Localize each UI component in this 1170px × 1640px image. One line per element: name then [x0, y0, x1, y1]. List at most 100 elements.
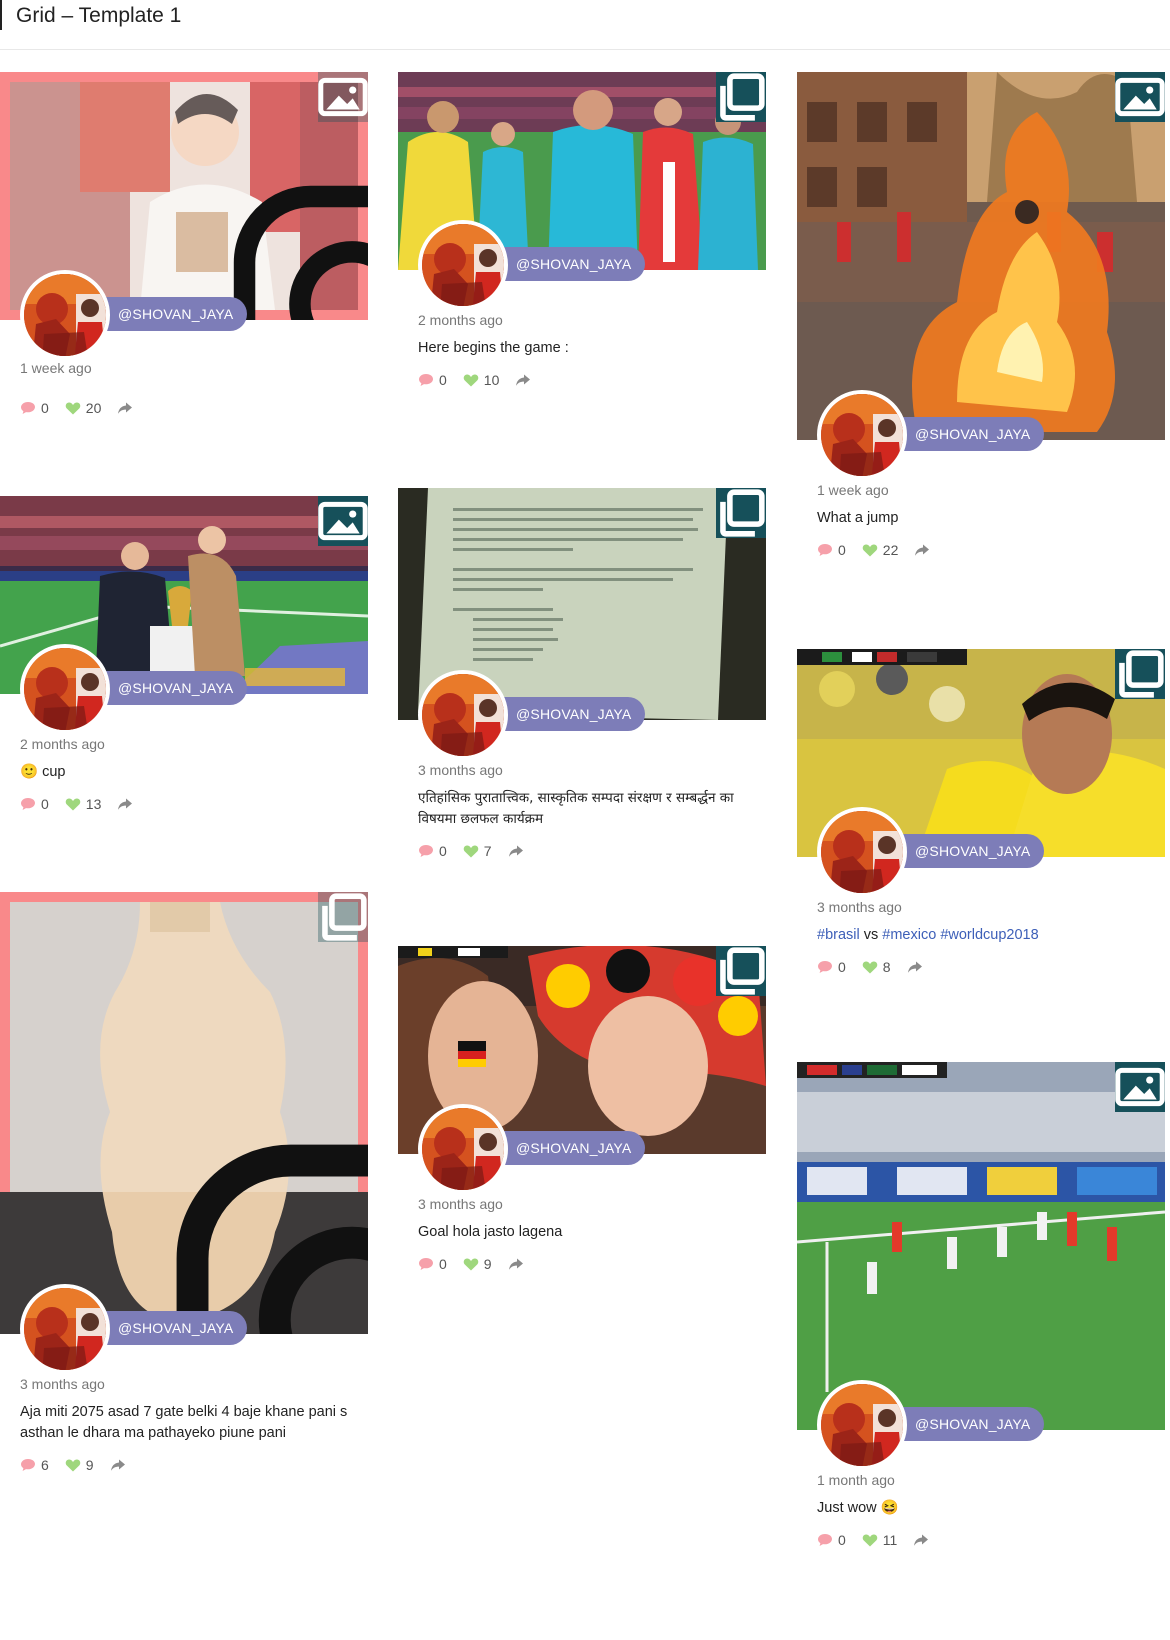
like-count[interactable]: 9 — [463, 1256, 492, 1272]
media-type-badge — [716, 72, 766, 122]
post-time: 3 months ago — [817, 899, 902, 915]
share-button[interactable] — [110, 1458, 131, 1472]
comment-icon — [20, 1458, 36, 1472]
like-count[interactable]: 9 — [65, 1457, 94, 1473]
image-icon — [1115, 1062, 1165, 1112]
post-card[interactable]: @SHOVAN_JAYA 1 week ago 0 20 — [0, 72, 368, 422]
comment-count-value: 0 — [439, 1256, 447, 1272]
media-type-badge — [716, 488, 766, 538]
post-caption: #brasil vs #mexico #worldcup2018 — [817, 925, 1147, 946]
page-title: Grid – Template 1 — [16, 4, 182, 27]
comment-count-value: 0 — [439, 372, 447, 388]
avatar[interactable] — [20, 1284, 110, 1374]
caption-text: cup — [42, 764, 66, 780]
like-count[interactable]: 10 — [463, 372, 500, 388]
post-card[interactable]: @SHOVAN_JAYA 3 months ago Goal hola jast… — [398, 946, 766, 1276]
username-link[interactable]: @SHOVAN_JAYA — [98, 1311, 248, 1345]
instagram-icon[interactable] — [168, 1099, 368, 1334]
post-caption: Here begins the game : — [418, 340, 569, 356]
share-button[interactable] — [508, 844, 529, 858]
share-icon — [117, 797, 133, 811]
share-button[interactable] — [907, 960, 928, 974]
comment-icon — [418, 1257, 434, 1271]
media-type-badge — [318, 496, 368, 546]
avatar[interactable] — [817, 807, 907, 897]
like-count[interactable]: 11 — [862, 1532, 897, 1548]
like-count-value: 22 — [882, 542, 899, 558]
username-link[interactable]: @SHOVAN_JAYA — [496, 697, 646, 731]
avatar[interactable] — [20, 644, 110, 734]
image-icon — [1115, 72, 1165, 122]
post-image[interactable] — [797, 72, 1165, 440]
like-count-value: 7 — [483, 843, 492, 859]
share-button[interactable] — [515, 373, 536, 387]
username-link[interactable]: @SHOVAN_JAYA — [98, 671, 248, 705]
share-button[interactable] — [914, 543, 935, 557]
post-card[interactable]: @SHOVAN_JAYA 1 week ago What a jump 0 22 — [797, 72, 1165, 572]
post-time: 1 week ago — [817, 482, 889, 498]
comment-count[interactable]: 0 — [418, 843, 447, 859]
share-button[interactable] — [117, 797, 138, 811]
share-icon — [913, 1533, 929, 1547]
avatar[interactable] — [418, 1104, 508, 1194]
carousel-icon — [716, 488, 766, 538]
like-count[interactable]: 7 — [463, 843, 492, 859]
avatar[interactable] — [418, 220, 508, 310]
username-link[interactable]: @SHOVAN_JAYA — [895, 834, 1045, 868]
comment-count-value: 0 — [41, 400, 49, 416]
post-card[interactable]: @SHOVAN_JAYA 2 months ago 🙂 cup 0 13 — [0, 496, 368, 826]
media-type-badge — [1115, 1062, 1165, 1112]
post-image[interactable] — [0, 892, 368, 1334]
comment-count[interactable]: 0 — [418, 372, 447, 388]
share-button[interactable] — [508, 1257, 529, 1271]
comment-icon — [20, 401, 36, 415]
comment-icon — [817, 1533, 833, 1547]
like-count[interactable]: 20 — [65, 400, 101, 416]
comment-count[interactable]: 0 — [20, 400, 49, 416]
username-link[interactable]: @SHOVAN_JAYA — [895, 1407, 1045, 1441]
post-time: 2 months ago — [418, 312, 503, 328]
post-image[interactable] — [797, 1062, 1165, 1430]
post-card[interactable]: @SHOVAN_JAYA 3 months ago #brasil vs #me… — [797, 649, 1165, 989]
like-count-value: 10 — [483, 372, 500, 388]
share-button[interactable] — [913, 1533, 934, 1547]
share-icon — [117, 401, 133, 415]
post-card[interactable]: @SHOVAN_JAYA 3 months ago एतिहांसिक पुरा… — [398, 488, 766, 859]
comment-count[interactable]: 0 — [817, 1532, 846, 1548]
post-card[interactable]: @SHOVAN_JAYA 3 months ago Aja miti 2075 … — [0, 892, 368, 1552]
caption-text: Just wow — [817, 1500, 877, 1516]
like-count[interactable]: 13 — [65, 796, 101, 812]
share-button[interactable] — [117, 401, 138, 415]
avatar[interactable] — [817, 390, 907, 480]
post-card[interactable]: @SHOVAN_JAYA 1 month ago Just wow 😆 0 11 — [797, 1062, 1165, 1572]
share-icon — [508, 1257, 524, 1271]
avatar[interactable] — [20, 270, 110, 360]
avatar[interactable] — [817, 1380, 907, 1470]
hashtag-link[interactable]: #mexico — [882, 927, 936, 943]
comment-count-value: 0 — [838, 542, 846, 558]
post-stats: 6 9 — [20, 1456, 147, 1474]
like-count[interactable]: 8 — [862, 959, 891, 975]
hashtag-link[interactable]: #worldcup2018 — [940, 927, 1038, 943]
post-caption: 🙂 cup — [20, 762, 350, 783]
comment-count[interactable]: 0 — [817, 542, 846, 558]
carousel-icon — [1115, 649, 1165, 699]
like-count[interactable]: 22 — [862, 542, 899, 558]
comment-count[interactable]: 6 — [20, 1457, 49, 1473]
avatar[interactable] — [418, 670, 508, 760]
username-link[interactable]: @SHOVAN_JAYA — [895, 417, 1045, 451]
username-link[interactable]: @SHOVAN_JAYA — [496, 1131, 646, 1165]
comment-count[interactable]: 0 — [817, 959, 846, 975]
like-count-value: 9 — [483, 1256, 492, 1272]
comment-count[interactable]: 0 — [20, 796, 49, 812]
post-card[interactable]: @SHOVAN_JAYA 2 months ago Here begins th… — [398, 72, 766, 402]
post-stats: 0 11 — [817, 1531, 950, 1549]
hashtag-link[interactable]: #brasil — [817, 927, 860, 943]
post-time: 3 months ago — [20, 1376, 105, 1392]
comment-icon — [418, 373, 434, 387]
username-link[interactable]: @SHOVAN_JAYA — [98, 297, 248, 331]
comment-count[interactable]: 0 — [418, 1256, 447, 1272]
username-link[interactable]: @SHOVAN_JAYA — [496, 247, 646, 281]
comment-count-value: 0 — [838, 1532, 846, 1548]
smile-emoji: 🙂 — [20, 764, 39, 780]
